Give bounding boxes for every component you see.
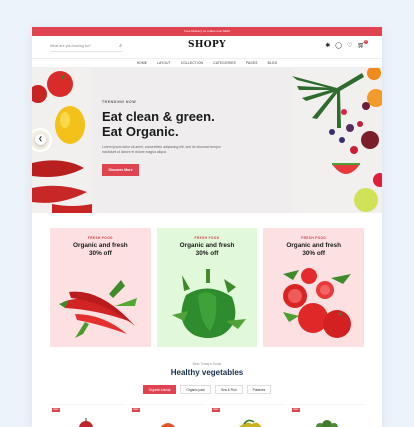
nav-item-home[interactable]: HOME [137, 59, 147, 67]
product-image [239, 419, 262, 427]
promo-card-title-line-1: Organic and fresh [179, 242, 235, 249]
product-image [79, 418, 93, 427]
promo-card-title: Organic and fresh 30% off [263, 242, 364, 258]
hero-headline-line-1: Eat clean & green. [102, 109, 215, 124]
discover-more-button[interactable]: Discover More [102, 164, 139, 176]
product-tabs: Organic Animal Organic juice Sea & Fish … [32, 385, 382, 394]
nav-item-blog[interactable]: BLOG [268, 59, 278, 67]
product-image [316, 420, 338, 427]
hero-headline: Eat clean & green. Eat Organic. [102, 109, 252, 139]
nav-item-categories[interactable]: CATEGORIES [213, 59, 236, 67]
product-grid: New New New New [50, 404, 364, 427]
promo-card-tomato[interactable]: FRESH FOOD Organic and fresh 30% off [263, 228, 365, 347]
user-icon[interactable]: ◯ [335, 42, 342, 50]
tomato-image [282, 268, 351, 338]
promo-card-title-line-2: 30% off [88, 250, 112, 257]
new-badge: New [132, 408, 140, 412]
product-card[interactable]: New [210, 404, 284, 427]
promo-card-title-line-1: Organic and fresh [286, 242, 342, 249]
promo-card-tag: FRESH FOOD [87, 236, 113, 240]
settings-icon[interactable]: ✱ [325, 42, 330, 50]
promo-card-title: Organic and fresh 30% off [50, 242, 151, 258]
tab-potatoes[interactable]: Potatoes [246, 385, 272, 394]
hero-headline-line-2: Eat Organic. [102, 124, 179, 139]
hero-description: Lorem ipsum dolor sit amet, consectetur … [102, 145, 221, 154]
tab-sea-fish[interactable]: Sea & Fish [215, 385, 243, 394]
hero-eyebrow: TRENDING NOW [102, 100, 137, 104]
tab-organic-juice[interactable]: Organic juice [180, 385, 212, 394]
promo-card-tag: FRESH FOOD [301, 236, 327, 240]
nav-item-pages[interactable]: PAGES [246, 59, 258, 67]
header-icons: ✱ ◯ ♡ 🛒︎ 0 [325, 40, 368, 50]
cart-icon[interactable]: 🛒︎ 0 [357, 40, 368, 50]
chili-pepper-image [59, 280, 138, 338]
slider-prev-arrow[interactable]: ❮ [35, 134, 46, 145]
product-image [160, 423, 176, 427]
product-card[interactable]: New [130, 404, 204, 427]
promo-card-title: Organic and fresh 30% off [157, 242, 258, 258]
cart-count-badge: 0 [364, 40, 368, 44]
tab-organic-animal[interactable]: Organic Animal [142, 385, 177, 394]
promo-card-title-line-2: 30% off [302, 250, 326, 257]
nav-item-layout[interactable]: LAYOUT [157, 59, 171, 67]
hero-content: TRENDING NOW Eat clean & green. Eat Orga… [102, 100, 252, 176]
section-title: Healthy vegetables [170, 368, 244, 377]
nav-item-collection[interactable]: COLLECTION [181, 59, 203, 67]
site-header: What are you looking for? ⌕ SHOPY ✱ ◯ ♡ … [32, 36, 382, 58]
promo-cards: FRESH FOOD Organic and fresh 30% off FRE… [50, 228, 365, 347]
products-section-heading: Best Today's Deals Healthy vegetables Or… [32, 362, 382, 394]
hero-banner: ❮ TRENDING NOW Eat clean & green. Eat Or… [32, 68, 382, 213]
new-badge: New [52, 408, 60, 412]
announcement-bar: Free Delivery on orders over $100 [32, 27, 382, 36]
promo-card-tag: FRESH FOOD [194, 236, 220, 240]
promo-card-title-line-1: Organic and fresh [72, 242, 128, 249]
main-nav: HOME LAYOUT COLLECTION CATEGORIES PAGES … [32, 58, 382, 68]
promo-card-title-line-2: 30% off [195, 250, 219, 257]
promo-card-chili[interactable]: FRESH FOOD Organic and fresh 30% off [50, 228, 151, 347]
heart-icon[interactable]: ♡ [347, 42, 352, 50]
product-card[interactable]: New [50, 404, 124, 427]
new-badge: New [212, 408, 220, 412]
product-card[interactable]: New [290, 404, 364, 427]
green-pepper-image [172, 269, 246, 338]
hero-fruits-image [292, 68, 382, 213]
new-badge: New [292, 408, 300, 412]
browser-frame: Free Delivery on orders over $100 What a… [32, 27, 382, 427]
promo-card-pepper[interactable]: FRESH FOOD Organic and fresh 30% off [156, 228, 258, 347]
section-subtitle: Best Today's Deals [192, 362, 222, 366]
